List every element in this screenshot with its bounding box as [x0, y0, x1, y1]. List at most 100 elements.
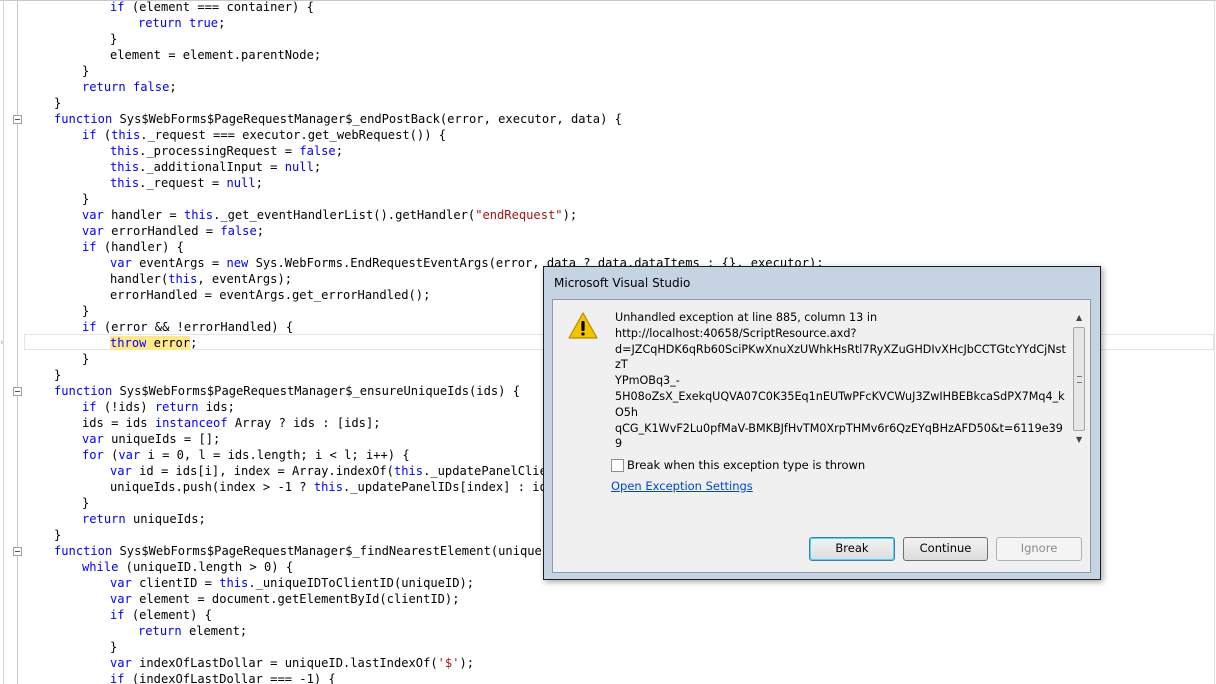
code-line: this._request = null;: [110, 175, 263, 191]
code-keyword: var: [82, 224, 104, 238]
code-text: (handler) {: [96, 240, 184, 254]
code-text: indexOfLastDollar = uniqueID.lastIndexOf…: [131, 656, 438, 670]
code-keyword: this: [168, 272, 198, 286]
code-string: "endRequest": [475, 208, 563, 222]
code-text: ;: [335, 144, 343, 158]
code-keyword: return: [82, 512, 126, 526]
message-scrollbar[interactable]: ▲ ▼: [1072, 310, 1088, 447]
code-text: ;: [190, 336, 198, 350]
code-text: ;: [169, 80, 177, 94]
code-line: function Sys$WebForms$PageRequestManager…: [54, 383, 520, 399]
code-keyword: this: [111, 128, 141, 142]
code-keyword: if: [110, 608, 125, 622]
code-text: (element === container) {: [124, 0, 314, 14]
code-line: var uniqueIds = [];: [82, 431, 220, 447]
code-keyword: this: [219, 576, 249, 590]
code-keyword: function: [54, 112, 113, 126]
code-line: element = element.parentNode;: [110, 47, 321, 63]
code-keyword: null: [284, 160, 314, 174]
ignore-button[interactable]: Ignore: [996, 537, 1082, 561]
code-text: (: [96, 128, 112, 142]
code-text: }: [82, 192, 90, 206]
code-line: }: [110, 639, 117, 655]
break-button[interactable]: Break: [809, 537, 895, 561]
code-line: }: [82, 495, 89, 511]
continue-button[interactable]: Continue: [903, 537, 988, 561]
exception-message[interactable]: Unhandled exception at line 885, column …: [615, 310, 1069, 450]
collapse-region-icon[interactable]: [13, 547, 22, 556]
exception-message-line: YPmOBq3_-: [615, 374, 680, 388]
code-line: }: [54, 527, 61, 543]
code-text: (element) {: [124, 608, 212, 622]
code-text: }: [54, 96, 62, 110]
code-keyword: false: [299, 144, 336, 158]
current-statement-marker-icon: ›: [0, 338, 4, 348]
code-text: Sys$WebForms$PageRequestManager$_endPost…: [112, 112, 622, 126]
code-text: eventArgs =: [131, 256, 227, 270]
collapse-region-icon[interactable]: [13, 387, 22, 396]
code-line: }: [82, 191, 89, 207]
collapse-region-icon[interactable]: [13, 115, 22, 124]
code-text: }: [82, 304, 90, 318]
scroll-down-icon[interactable]: ▼: [1076, 436, 1082, 444]
code-line: var handler = this._get_eventHandlerList…: [82, 207, 577, 223]
code-line: if (this._request === executor.get_webRe…: [82, 127, 446, 143]
editor-right-edge: [1214, 0, 1215, 684]
code-keyword: this: [313, 480, 343, 494]
scroll-up-icon[interactable]: ▲: [1076, 314, 1082, 322]
code-text: ;: [256, 224, 265, 238]
exception-message-line: http://localhost:40658/ScriptResource.ax…: [615, 326, 857, 340]
code-text: error: [146, 336, 191, 350]
code-keyword: function: [54, 384, 113, 398]
code-text: errorHandled = eventArgs.get_errorHandle…: [110, 288, 431, 302]
code-line: uniqueIds.push(index > -1 ? this._update…: [110, 479, 561, 495]
code-keyword: var: [110, 592, 132, 606]
code-text: id = ids[i], index = Array.indexOf(: [131, 464, 394, 478]
code-text: }: [82, 496, 90, 510]
code-line-current: throw error;: [110, 335, 197, 351]
exception-message-line: d=JZCqHDK6qRb60SciPKwXnuXzUWhkHsRtl7RyXZ…: [615, 342, 1066, 372]
code-line: while (uniqueID.length > 0) {: [82, 559, 293, 575]
code-line: this._processingRequest = false;: [110, 143, 343, 159]
code-keyword: this: [183, 208, 214, 222]
code-text: ._additionalInput =: [139, 160, 285, 174]
code-keyword: instanceof: [154, 416, 228, 430]
code-line: return false;: [82, 79, 177, 95]
break-on-exception-checkbox[interactable]: [611, 459, 624, 472]
code-line: var indexOfLastDollar = uniqueID.lastInd…: [110, 655, 474, 671]
code-keyword: null: [226, 176, 256, 190]
code-line: }: [54, 95, 61, 111]
code-text: (: [103, 448, 119, 462]
code-keyword: for: [82, 448, 104, 462]
code-keyword: return: [82, 80, 126, 94]
code-text: Sys$WebForms$PageRequestManager$_findNea…: [112, 544, 579, 558]
code-line: if (!ids) return ids;: [82, 399, 235, 415]
code-text: (error && !errorHandled) {: [96, 320, 294, 334]
code-line: return true;: [138, 15, 225, 31]
code-text: }: [110, 640, 118, 654]
code-line: if (error && !errorHandled) {: [82, 319, 293, 335]
scrollbar-thumb[interactable]: [1073, 327, 1085, 431]
code-line: if (element === container) {: [110, 0, 314, 15]
code-text: clientID =: [131, 576, 220, 590]
code-line: ids = ids instanceof Array ? ids : [ids]…: [82, 415, 381, 431]
code-text: handler =: [103, 208, 184, 222]
code-text: ;: [313, 160, 322, 174]
code-text: handler(: [110, 272, 169, 286]
code-line: if (handler) {: [82, 239, 184, 255]
code-text: ._get_eventHandlerList().getHandler(: [213, 208, 476, 222]
code-text: ids;: [198, 400, 235, 414]
warning-icon: [568, 312, 598, 339]
code-line: function Sys$WebForms$PageRequestManager…: [54, 111, 622, 127]
code-text: , eventArgs);: [197, 272, 293, 286]
code-keyword: function: [54, 544, 113, 558]
code-keyword: this: [110, 176, 140, 190]
code-text: (!ids): [96, 400, 155, 414]
code-line: errorHandled = eventArgs.get_errorHandle…: [110, 287, 430, 303]
code-line: if (element) {: [110, 607, 212, 623]
open-exception-settings-link[interactable]: Open Exception Settings: [611, 479, 753, 493]
code-text: }: [54, 368, 62, 382]
code-keyword: var: [110, 656, 132, 670]
code-keyword: this: [393, 464, 424, 478]
